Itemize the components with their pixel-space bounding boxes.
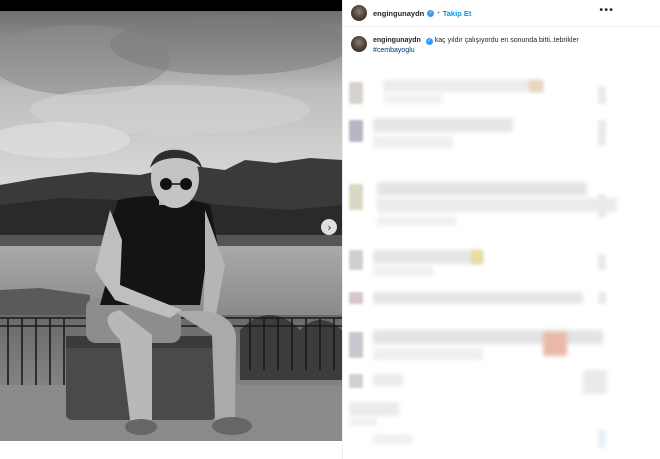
blurred-comment-line — [373, 250, 483, 264]
blurred-comment-avatar — [349, 292, 363, 304]
follow-button[interactable]: Takip Et — [443, 9, 472, 18]
blurred-comment-line — [598, 86, 606, 104]
blurred-comment-avatar — [349, 374, 363, 388]
instagram-post-view: › engingunaydn ✓ • Takip Et ••• engingun… — [0, 0, 660, 459]
post-photo[interactable]: › — [0, 0, 342, 459]
post-sidebar: engingunaydn ✓ • Takip Et ••• engingunay… — [342, 0, 660, 459]
next-photo-button[interactable]: › — [321, 219, 337, 235]
more-options-icon[interactable]: ••• — [598, 5, 614, 16]
caption-hashtag[interactable]: #cembayoglu — [373, 46, 643, 56]
blurred-comment-line — [373, 330, 603, 344]
caption-username[interactable]: engingunaydn — [373, 37, 421, 44]
blurred-comment-avatar — [349, 82, 363, 104]
blurred-comment-line — [583, 370, 607, 394]
blurred-comment-avatar — [349, 184, 363, 210]
blurred-comment-line — [373, 292, 583, 304]
blurred-comment-line — [373, 434, 413, 444]
blurred-comment-line — [373, 118, 513, 132]
caption-avatar[interactable] — [351, 36, 367, 52]
blurred-comment-line — [373, 374, 403, 386]
post-photo-image — [0, 0, 342, 459]
blurred-comment-line — [377, 182, 587, 196]
blurred-comment-line — [373, 348, 483, 360]
blurred-comment-line — [598, 292, 606, 304]
chevron-right-icon: › — [327, 220, 332, 234]
avatar[interactable] — [351, 5, 367, 21]
blurred-comment-line — [543, 332, 567, 356]
blurred-comment-line — [383, 80, 543, 92]
blurred-comment-line — [373, 136, 453, 148]
blurred-comment-line — [377, 198, 617, 212]
blurred-comment-line — [529, 80, 543, 92]
blurred-comment-avatar — [349, 120, 363, 142]
caption-text: kaç yıldır çalışıyordu en sonunda bitti.… — [434, 37, 579, 44]
blurred-comment-line — [383, 94, 443, 104]
caption-text-block: engingunaydn ✓ kaç yıldır çalışıyordu en… — [373, 36, 643, 56]
blurred-comment-avatar — [349, 250, 363, 270]
header-username[interactable]: engingunaydn — [373, 9, 424, 18]
post-caption: engingunaydn ✓ kaç yıldır çalışıyordu en… — [351, 36, 651, 56]
blurred-comment-line — [377, 216, 457, 226]
blurred-comment-avatar — [349, 332, 363, 358]
post-header: engingunaydn ✓ • Takip Et ••• — [343, 0, 660, 27]
blurred-comment-line — [598, 430, 606, 448]
blurred-comment-line — [349, 402, 399, 416]
blurred-comment-line — [598, 120, 606, 146]
blurred-comments — [343, 70, 660, 459]
blurred-comment-line — [598, 194, 606, 218]
blurred-comment-line — [373, 266, 433, 276]
blurred-comment-line — [349, 418, 377, 426]
separator-dot: • — [437, 9, 440, 17]
blurred-comment-line — [598, 254, 606, 270]
blurred-comment-line — [471, 250, 483, 264]
verified-badge-icon: ✓ — [425, 38, 433, 45]
verified-badge-icon: ✓ — [427, 9, 435, 17]
